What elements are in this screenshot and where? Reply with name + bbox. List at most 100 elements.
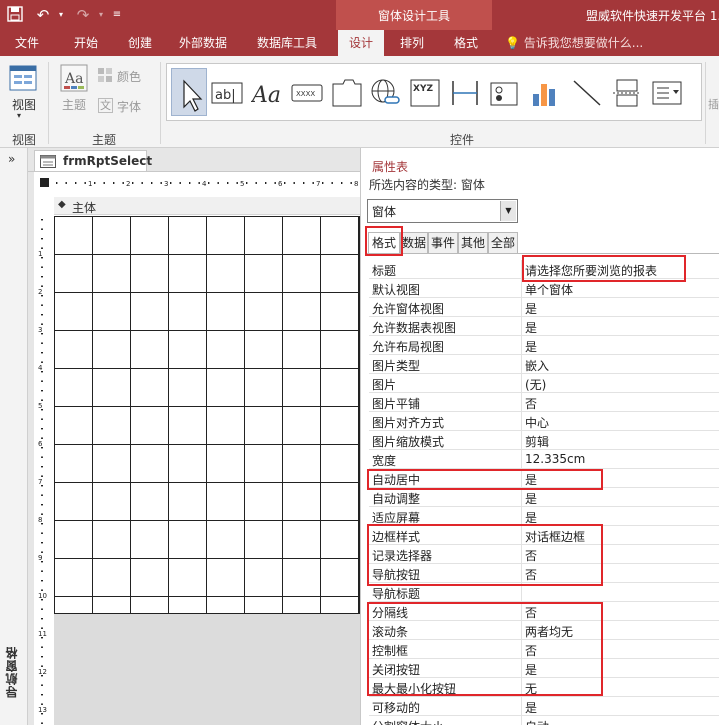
property-row[interactable]: 宽度 12.335cm [369, 450, 719, 469]
nav-pane-expand-icon[interactable]: » [8, 152, 15, 166]
detail-section-grid[interactable] [54, 216, 360, 614]
view-dropdown-icon[interactable]: ▾ [17, 111, 21, 120]
property-tab-all[interactable]: 全部 [488, 232, 518, 254]
property-row[interactable]: 最大最小化按钮 无 [369, 678, 719, 697]
tab-home[interactable]: 开始 [60, 30, 112, 56]
document-tab[interactable]: frmRptSelect [34, 150, 152, 172]
combo-box-control[interactable] [651, 78, 683, 108]
property-value[interactable]: (无) [525, 376, 546, 393]
line-control[interactable] [571, 78, 603, 108]
tab-arrange[interactable]: 排列 [392, 30, 432, 56]
button-control[interactable]: XXXX [291, 78, 323, 108]
property-row[interactable]: 标题 请选择您所要浏览的报表 [369, 260, 719, 279]
property-value[interactable]: 对话框边框 [525, 528, 585, 545]
selection-combo[interactable]: 窗体 ▼ [367, 199, 518, 223]
tab-create[interactable]: 创建 [114, 30, 166, 56]
tab-database-tools[interactable]: 数据库工具 [247, 30, 327, 56]
property-value[interactable]: 两者均无 [525, 623, 573, 640]
tab-design[interactable]: 设计 [338, 30, 384, 56]
property-row[interactable]: 允许布局视图 是 [369, 336, 719, 355]
tell-me-box[interactable]: 💡 告诉我您想要做什么... [505, 30, 643, 56]
property-row[interactable]: 滚动条 两者均无 [369, 621, 719, 640]
tab-external-data[interactable]: 外部数据 [170, 30, 236, 56]
property-value[interactable]: 请选择您所要浏览的报表 [525, 262, 657, 279]
property-row[interactable]: 图片对齐方式 中心 [369, 412, 719, 431]
label-control[interactable]: Aa [250, 78, 287, 108]
property-row[interactable]: 控制框 否 [369, 640, 719, 659]
property-row[interactable]: 关闭按钮 是 [369, 659, 719, 678]
property-row[interactable]: 图片平铺 否 [369, 393, 719, 412]
property-row[interactable]: 导航标题 [369, 583, 719, 602]
property-value[interactable]: 是 [525, 661, 537, 678]
property-value[interactable]: 否 [525, 566, 537, 583]
property-row[interactable]: 导航按钮 否 [369, 564, 719, 583]
property-row[interactable]: 可移动的 是 [369, 697, 719, 716]
property-value[interactable]: 剪辑 [525, 433, 549, 450]
navigation-pane[interactable]: » 导航窗格 [0, 148, 28, 725]
property-row[interactable]: 允许窗体视图 是 [369, 298, 719, 317]
colors-icon[interactable] [98, 68, 112, 82]
chevron-down-icon[interactable]: ▼ [500, 201, 516, 221]
theme-icon[interactable]: Aa [60, 64, 88, 92]
tab-control[interactable] [331, 78, 363, 108]
navigation-control[interactable] [449, 78, 481, 108]
horizontal-ruler[interactable]: 1 2 3 4 5 6 7 8 [52, 176, 360, 192]
textbox-control[interactable]: ab| [211, 78, 243, 108]
property-value[interactable]: 单个窗体 [525, 281, 573, 298]
vertical-ruler[interactable]: 1 2 3 4 5 6 7 8 9 10 11 12 13 [36, 215, 50, 725]
property-row[interactable]: 适应屏幕 是 [369, 507, 719, 526]
property-value[interactable]: 是 [525, 490, 537, 507]
save-icon[interactable] [6, 6, 24, 24]
hyperlink-control[interactable] [369, 78, 401, 108]
tab-file[interactable]: 文件 [0, 30, 54, 56]
property-tab-data[interactable]: 数据 [400, 232, 428, 254]
property-value[interactable]: 12.335cm [525, 452, 585, 466]
property-row[interactable]: 自动调整 是 [369, 488, 719, 507]
undo-icon[interactable]: ↶ [34, 6, 52, 24]
property-value[interactable]: 无 [525, 680, 537, 697]
colors-button-label[interactable]: 颜色 [117, 68, 141, 85]
option-group-control[interactable] [489, 78, 521, 108]
form-selector[interactable] [40, 178, 49, 187]
property-value[interactable]: 是 [525, 509, 537, 526]
property-row[interactable]: 分割窗体大小 自动 [369, 716, 719, 725]
property-value[interactable]: 是 [525, 300, 537, 317]
property-row[interactable]: 允许数据表视图 是 [369, 317, 719, 336]
fonts-button-label[interactable]: 字体 [117, 98, 141, 115]
detail-section-bar[interactable]: ◆ [54, 197, 360, 215]
property-value[interactable]: 是 [525, 699, 537, 716]
property-row[interactable]: 默认视图 单个窗体 [369, 279, 719, 298]
page-break-control[interactable] [611, 78, 643, 108]
property-value[interactable]: 否 [525, 642, 537, 659]
property-tab-format[interactable]: 格式 [368, 232, 400, 254]
property-row[interactable]: 记录选择器 否 [369, 545, 719, 564]
property-tab-other[interactable]: 其他 [458, 232, 488, 254]
property-tab-event[interactable]: 事件 [428, 232, 458, 254]
customize-toolbar-icon[interactable]: ≡ [108, 6, 126, 24]
property-row[interactable]: 自动居中 是 [369, 469, 719, 488]
property-value[interactable]: 否 [525, 604, 537, 621]
undo-dropdown-icon[interactable]: ▾ [52, 6, 70, 24]
web-browser-control[interactable]: XYZ [409, 78, 441, 108]
property-value[interactable]: 是 [525, 471, 537, 488]
select-control[interactable] [171, 68, 207, 116]
theme-button-label[interactable]: 主题 [62, 96, 86, 113]
property-value[interactable]: 是 [525, 319, 537, 336]
view-button-label[interactable]: 视图 [12, 96, 36, 113]
fonts-icon[interactable]: 文 [98, 98, 113, 113]
property-row[interactable]: 边框样式 对话框边框 [369, 526, 719, 545]
property-row[interactable]: 图片缩放模式 剪辑 [369, 431, 719, 450]
chart-control[interactable] [529, 78, 561, 108]
property-row[interactable]: 图片类型 嵌入 [369, 355, 719, 374]
property-row[interactable]: 图片 (无) [369, 374, 719, 393]
property-value[interactable]: 中心 [525, 414, 549, 431]
tab-format[interactable]: 格式 [446, 30, 486, 56]
property-value[interactable]: 是 [525, 338, 537, 355]
property-value[interactable]: 否 [525, 395, 537, 412]
property-value[interactable]: 自动 [525, 718, 549, 725]
view-icon[interactable] [9, 64, 37, 92]
property-value[interactable]: 嵌入 [525, 357, 549, 374]
property-value[interactable]: 否 [525, 547, 537, 564]
property-row[interactable]: 分隔线 否 [369, 602, 719, 621]
redo-icon[interactable]: ↷ [74, 6, 92, 24]
